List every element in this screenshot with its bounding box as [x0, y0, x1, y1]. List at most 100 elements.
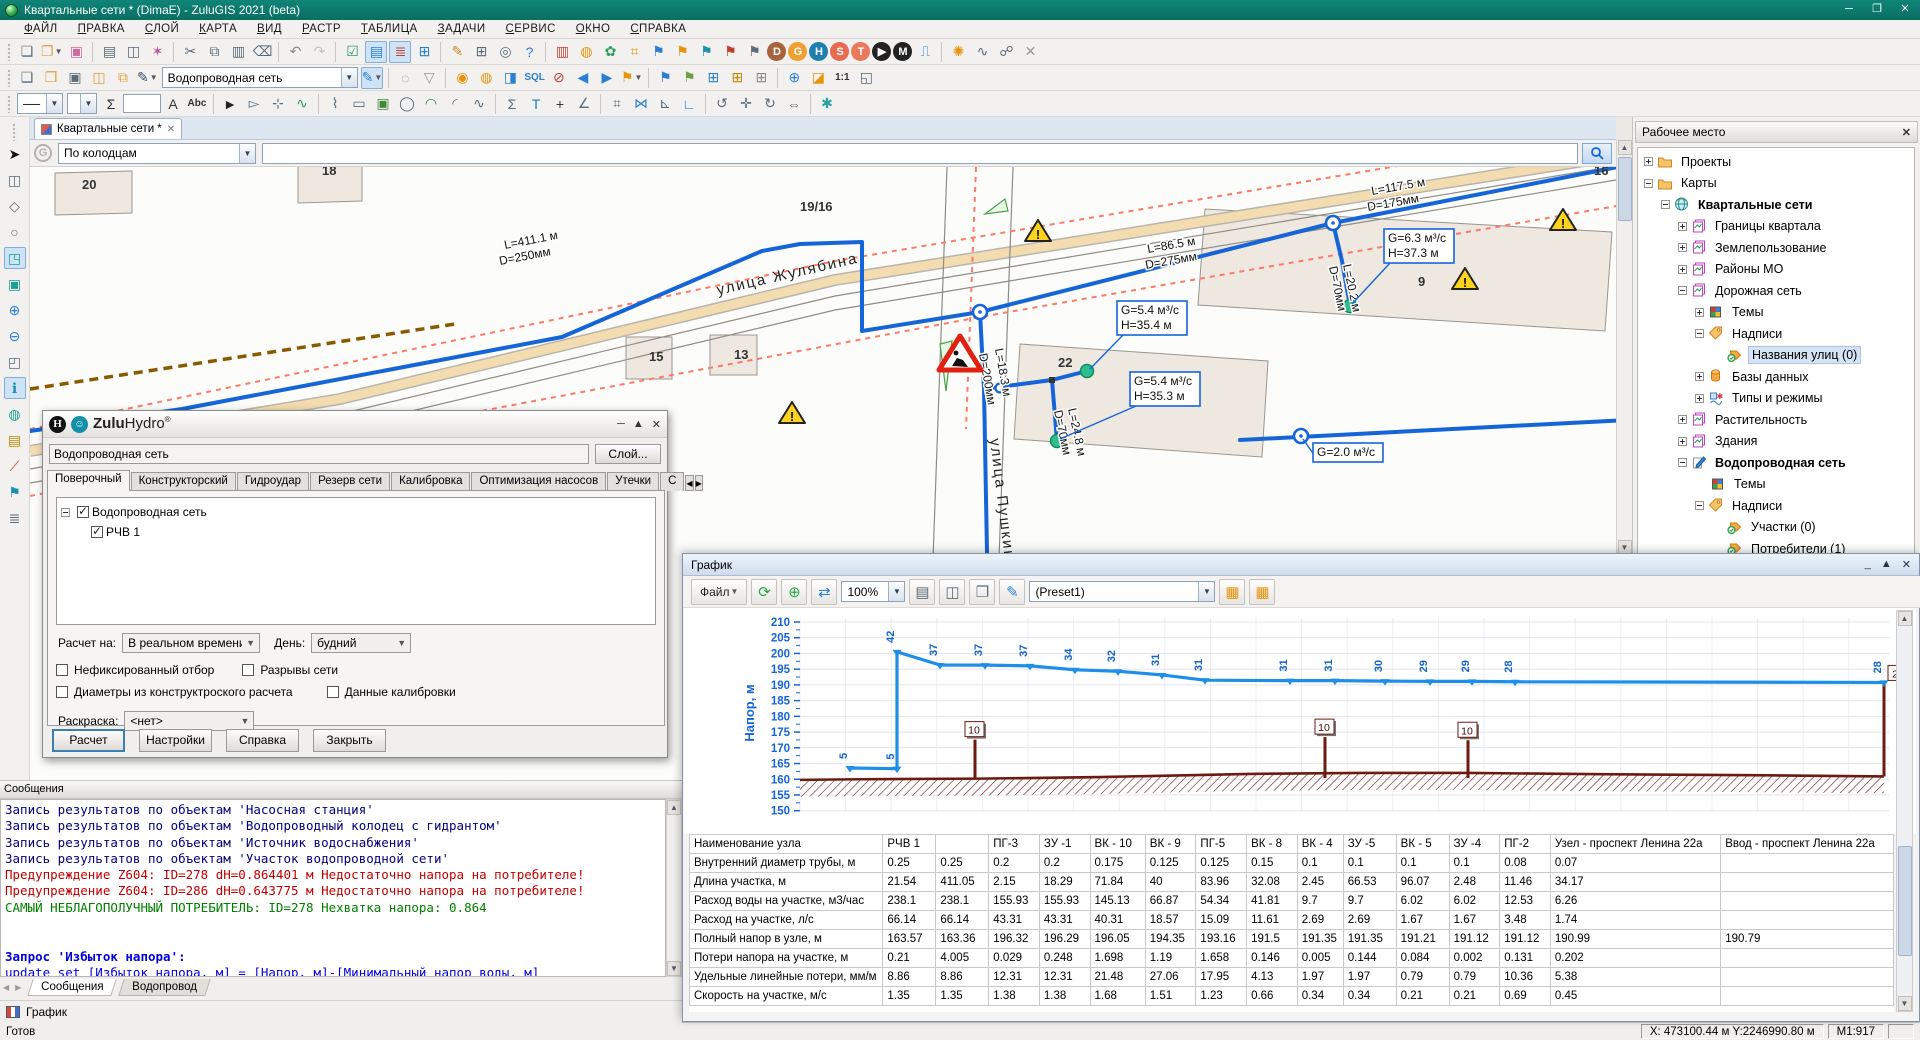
table-cell[interactable]: 21.54 — [883, 873, 936, 892]
table-cell[interactable]: 1.698 — [1090, 949, 1145, 968]
expand-icon[interactable] — [1695, 394, 1704, 403]
table-cell[interactable]: 43.31 — [1039, 911, 1090, 930]
table-cell[interactable]: 40.31 — [1090, 911, 1145, 930]
table-cell[interactable]: 1.74 — [1550, 911, 1720, 930]
network-checkbox[interactable] — [77, 506, 89, 518]
select-lasso-tool[interactable]: ○ — [4, 221, 26, 243]
tool-settings[interactable]: ✱ — [816, 93, 838, 115]
table-cell[interactable]: 0.029 — [989, 949, 1040, 968]
expand-icon[interactable] — [1678, 243, 1687, 252]
graph-docked-tab[interactable]: График — [0, 1000, 682, 1023]
auto-update-icon[interactable]: ⇄ — [811, 579, 837, 605]
info-tool[interactable]: ℹ — [4, 377, 26, 399]
panel-messages[interactable]: ≣ — [389, 41, 411, 63]
table-cell[interactable]: 163.57 — [883, 930, 936, 949]
minimize-button[interactable]: ─ — [1836, 2, 1862, 18]
tree-item-участки-0-[interactable]: Участки (0) — [1638, 517, 1914, 539]
attributes-tool[interactable]: ▤ — [4, 429, 26, 451]
table-cell[interactable]: 1.97 — [1297, 968, 1343, 987]
move-tool[interactable]: ✛ — [735, 93, 757, 115]
table-cell[interactable]: 191.35 — [1343, 930, 1396, 949]
table-column-header[interactable]: ПГ-5 — [1196, 835, 1247, 854]
table-cell[interactable]: 190.79 — [1721, 930, 1894, 949]
table-cell[interactable]: 0.21 — [1449, 987, 1500, 1006]
tree-item-темы[interactable]: Темы — [1638, 302, 1914, 324]
save[interactable]: ▣ — [65, 41, 87, 63]
scale-1-1[interactable]: 1:1 — [831, 67, 853, 89]
table-column-header[interactable]: ЗУ -4 — [1449, 835, 1500, 854]
table-cell[interactable]: 0.144 — [1343, 949, 1396, 968]
text-tool[interactable]: T — [525, 93, 547, 115]
table-cell[interactable]: 1.67 — [1449, 911, 1500, 930]
print-preview-icon[interactable]: ◫ — [939, 579, 965, 605]
collapse-icon[interactable] — [1695, 501, 1704, 510]
table-cell[interactable]: 5.38 — [1550, 968, 1720, 987]
new-document[interactable]: ❏ — [16, 41, 38, 63]
menu-карта[interactable]: КАРТА — [189, 21, 247, 37]
ruler-corner[interactable]: ∟ — [678, 93, 700, 115]
messages-log[interactable]: Запись результатов по объектам 'Насосная… — [0, 799, 666, 977]
collapse-icon[interactable] — [1678, 458, 1687, 467]
table-column-header[interactable]: ВК - 8 — [1247, 835, 1298, 854]
database[interactable]: ◍ — [475, 67, 497, 89]
expand-icon[interactable] — [1695, 308, 1704, 317]
dialog-tab-конструкторский[interactable]: Конструкторский — [131, 472, 236, 491]
measure-tool[interactable]: ⟋ — [4, 455, 26, 477]
draw-ellipse[interactable]: ◠ — [420, 93, 442, 115]
stats-chart[interactable]: ▥ — [551, 41, 573, 63]
series-list-icon[interactable]: ▦ — [1219, 579, 1245, 605]
tree-item-водопроводная-сеть[interactable]: Водопроводная сеть — [1638, 452, 1914, 474]
graph-rollup-icon[interactable]: ▲ — [1881, 558, 1892, 571]
collapse-icon[interactable] — [1678, 286, 1687, 295]
dialog-tab-поверочный[interactable]: Поверочный — [47, 470, 130, 491]
zoom-in-icon[interactable]: ⊕ — [781, 579, 807, 605]
undo[interactable]: ↶ — [284, 41, 306, 63]
delete[interactable]: ⌫ — [251, 41, 273, 63]
tag-labels[interactable]: ◪ — [807, 67, 829, 89]
dialog-tab-с[interactable]: С — [660, 472, 684, 491]
table-cell[interactable]: 0.2 — [989, 854, 1040, 873]
table-cell[interactable]: 1.97 — [1343, 968, 1396, 987]
graph-close-icon[interactable]: ✕ — [1902, 558, 1911, 571]
table-cell[interactable]: 155.93 — [1039, 892, 1090, 911]
table-cell[interactable]: 1.19 — [1145, 949, 1196, 968]
table-cell[interactable]: 1.38 — [989, 987, 1040, 1006]
line-style-combo[interactable]: ──▼ — [17, 93, 63, 114]
circle-h-icon[interactable]: H — [809, 42, 828, 61]
well-node[interactable] — [973, 305, 987, 319]
table-cell[interactable]: 96.07 — [1396, 873, 1449, 892]
table-cell[interactable]: 0.125 — [1196, 854, 1247, 873]
table-cell[interactable] — [1721, 987, 1894, 1006]
calc-mode-combo[interactable]: В реальном времени▼ — [122, 633, 260, 653]
forbid[interactable]: ⊘ — [548, 67, 570, 89]
pan-tool[interactable]: ◳ — [4, 247, 26, 269]
unfixed-withdrawal-checkbox[interactable] — [56, 664, 68, 676]
table-cell[interactable]: 6.02 — [1396, 892, 1449, 911]
tree-item-квартальные-сети[interactable]: Квартальные сети — [1638, 194, 1914, 216]
flag-layer-b[interactable]: ⚑ — [647, 41, 669, 63]
paste[interactable]: ▥ — [227, 41, 249, 63]
map-open[interactable]: ❐ — [40, 67, 62, 89]
new-layer[interactable]: ⊕ — [783, 67, 805, 89]
find-object[interactable]: ◎ — [494, 41, 516, 63]
table-cell[interactable]: 411.05 — [936, 873, 989, 892]
table-cell[interactable]: 4.13 — [1247, 968, 1298, 987]
table-cell[interactable]: 0.202 — [1550, 949, 1720, 968]
redo[interactable]: ↷ — [308, 41, 330, 63]
table-cell[interactable]: 54.34 — [1196, 892, 1247, 911]
table-column-header[interactable] — [936, 835, 989, 854]
table-cell[interactable]: 0.25 — [883, 854, 936, 873]
nav-forward[interactable]: ▶ — [596, 67, 618, 89]
bookmark[interactable]: ⚑▼ — [620, 67, 643, 89]
table-cell[interactable]: 191.35 — [1297, 930, 1343, 949]
table-cell[interactable]: 66.53 — [1343, 873, 1396, 892]
layer-flags-2[interactable]: ⚑ — [678, 67, 700, 89]
table-cell[interactable]: 0.25 — [936, 854, 989, 873]
table-cell[interactable]: 0.34 — [1343, 987, 1396, 1006]
table-cell[interactable]: 6.02 — [1449, 892, 1500, 911]
dialog-rollup-icon[interactable]: ▲ — [633, 418, 644, 431]
dialog-close-icon[interactable]: ✕ — [652, 418, 661, 431]
table-cell[interactable]: 191.21 — [1396, 930, 1449, 949]
table-column-header[interactable]: ЗУ -5 — [1343, 835, 1396, 854]
table-cell[interactable]: 9.7 — [1343, 892, 1396, 911]
